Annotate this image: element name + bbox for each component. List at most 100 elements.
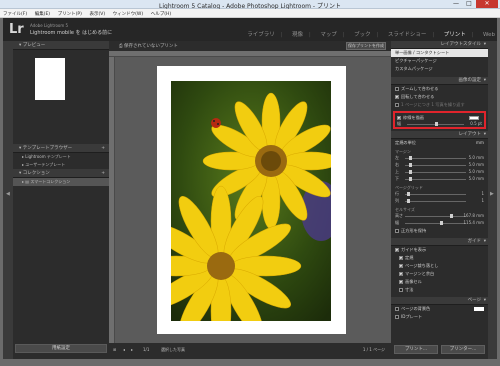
rotate-to-fit-option[interactable]: ✓ 回転して合わせる xyxy=(391,93,488,101)
add-template-icon[interactable]: + xyxy=(101,144,105,153)
module-develop[interactable]: 現像 xyxy=(292,30,303,38)
page-bg-swatch[interactable] xyxy=(474,307,484,311)
margin-bottom-slider[interactable]: 下 5.0 mm xyxy=(395,176,484,183)
guide-dimensions-option[interactable]: 寸法 xyxy=(391,286,488,294)
repeat-one-photo-option[interactable]: 1 ページにつき 1 写真を繰り返す xyxy=(391,101,488,109)
ruler-horizontal xyxy=(109,51,391,57)
checkbox[interactable] xyxy=(395,103,399,107)
template-browser-header[interactable]: ▾ テンプレートブラウザー + xyxy=(13,144,109,153)
print-button[interactable]: プリント... xyxy=(394,345,438,354)
grid-columns-slider[interactable]: 列1 xyxy=(395,198,484,205)
slider-value[interactable]: 1 xyxy=(481,198,484,203)
right-panel-toggle[interactable]: ▶ xyxy=(488,41,497,359)
grid-rows-slider[interactable]: 行1 xyxy=(395,191,484,198)
cell-height-slider[interactable]: 高さ 167.8 mm xyxy=(395,213,484,220)
layout-picture-package[interactable]: ピクチャーパッケージ xyxy=(391,57,488,65)
checkbox-checked[interactable]: ✓ xyxy=(399,272,403,277)
prev-page-button[interactable]: ◂ xyxy=(123,347,125,352)
checkbox-checked[interactable]: ✓ xyxy=(399,256,403,261)
page-view-icon[interactable]: ⊞ xyxy=(113,347,116,352)
next-page-button[interactable]: ▸ xyxy=(131,347,133,352)
module-slideshow[interactable]: スライドショー xyxy=(388,30,427,38)
slider-value[interactable]: 1 xyxy=(481,191,484,196)
close-button[interactable]: ✕ xyxy=(476,0,498,8)
checkbox-checked[interactable]: ✓ xyxy=(399,280,403,285)
checkbox-checked[interactable]: ✓ xyxy=(395,95,399,100)
slider-value[interactable]: 5.0 mm xyxy=(469,169,484,174)
stroke-width-slider[interactable]: 幅 0.5 pt xyxy=(397,121,482,128)
collapse-triangle-icon[interactable]: ▾ xyxy=(484,238,486,246)
use-selection-dropdown[interactable]: 選択した写真 xyxy=(161,347,185,353)
collections-header[interactable]: ▾ コレクション + xyxy=(13,169,109,178)
collapse-right-arrow-icon[interactable]: ▶ xyxy=(490,191,494,197)
page-bg-color-option[interactable]: ページの背景色 xyxy=(391,305,488,313)
layout-header[interactable]: レイアウト ▾ xyxy=(391,131,488,139)
checkbox-checked[interactable]: ✓ xyxy=(395,248,399,253)
collapse-left-arrow-icon[interactable]: ◀ xyxy=(6,191,10,197)
zoom-to-fill-option[interactable]: ズームして合わせる xyxy=(391,85,488,93)
guides-header[interactable]: ガイド ▾ xyxy=(391,238,488,246)
minimize-button[interactable]: — xyxy=(450,0,462,8)
layout-style-header[interactable]: レイアウトスタイル ▾ xyxy=(391,41,488,49)
layout-custom-package[interactable]: カスタムパッケージ xyxy=(391,65,488,73)
slider-value[interactable]: 167.8 mm xyxy=(463,213,484,218)
module-web[interactable]: Web xyxy=(483,32,495,38)
checkbox[interactable] xyxy=(399,288,403,292)
template-folder-lightroom[interactable]: ▸ Lightroom テンプレート xyxy=(13,153,109,161)
cell-width-slider[interactable]: 幅 115.4 mm xyxy=(395,220,484,227)
slider-value[interactable]: 5.0 mm xyxy=(469,176,484,181)
keep-square-option[interactable]: 正方形を保持 xyxy=(391,227,488,235)
collection-smart[interactable]: ▸ ▤ スマートコレクション xyxy=(13,178,109,186)
checkbox-checked[interactable]: ✓ xyxy=(397,116,401,121)
checkbox[interactable] xyxy=(395,315,399,319)
image-settings-header[interactable]: 画像の設定 ▾ xyxy=(391,77,488,85)
margin-left-slider[interactable]: 左 5.0 mm xyxy=(395,155,484,162)
identity-plate-option[interactable]: IDプレート xyxy=(391,313,488,321)
checkbox[interactable] xyxy=(395,307,399,311)
collapse-triangle-icon[interactable]: ▾ xyxy=(484,77,486,85)
template-folder-user[interactable]: ▸ ユーザーテンプレート xyxy=(13,161,109,169)
slider-label: 列 xyxy=(395,198,399,203)
slider-knob[interactable] xyxy=(435,122,438,126)
flower-photo xyxy=(171,81,331,321)
checkbox[interactable] xyxy=(395,87,399,91)
page-header[interactable]: ページ ▾ xyxy=(391,297,488,305)
option-label: 寸法 xyxy=(405,287,414,292)
checkbox-checked[interactable]: ✓ xyxy=(399,264,403,269)
slider-value[interactable]: 5.0 mm xyxy=(469,162,484,167)
slider-label: 高さ xyxy=(395,213,403,218)
add-collection-icon[interactable]: + xyxy=(101,169,105,178)
collapse-triangle-icon[interactable]: ▾ xyxy=(484,131,486,139)
collapse-triangle-icon[interactable]: ▾ xyxy=(484,297,486,305)
checkbox[interactable] xyxy=(395,229,399,233)
slider-value[interactable]: 5.0 mm xyxy=(469,155,484,160)
photo-cell[interactable] xyxy=(171,81,331,321)
page-preview-thumbnail xyxy=(35,58,65,100)
module-library[interactable]: ライブラリ xyxy=(247,30,275,38)
stroke-color-swatch[interactable] xyxy=(469,116,479,120)
module-book[interactable]: ブック xyxy=(354,30,371,38)
margin-right-slider[interactable]: 右 5.0 mm xyxy=(395,162,484,169)
guide-rulers-option[interactable]: ✓ 定規 xyxy=(391,254,488,262)
preview-header[interactable]: ▾ プレビュー xyxy=(13,41,109,50)
layout-single-image[interactable]: 単一画像 / コンタクトシート xyxy=(391,49,488,57)
page-setup-button[interactable]: 用紙設定 xyxy=(15,344,107,353)
ruler-units-dropdown[interactable]: mm xyxy=(476,140,484,145)
guide-margins-option[interactable]: ✓ マージンと余白 xyxy=(391,270,488,278)
module-print[interactable]: プリント xyxy=(444,30,466,38)
collapse-triangle-icon[interactable]: ▾ xyxy=(484,41,486,49)
show-guides-option[interactable]: ✓ ガイドを表示 xyxy=(391,246,488,254)
maximize-button[interactable]: □ xyxy=(463,0,475,8)
slider-value[interactable]: 115.4 mm xyxy=(463,220,484,225)
create-saved-print-button[interactable]: 保存プリントを作成 xyxy=(346,42,386,50)
identity-line2[interactable]: Lightroom mobile を はじめる前に xyxy=(30,29,112,36)
guide-bleed-option[interactable]: ✓ ページ裁ち落とし xyxy=(391,262,488,270)
stroke-width-value[interactable]: 0.5 pt xyxy=(470,121,482,126)
ruler-units-row[interactable]: 定規の単位 mm xyxy=(391,139,488,147)
module-map[interactable]: マップ xyxy=(320,30,337,38)
guide-image-cells-option[interactable]: ✓ 画像セル xyxy=(391,278,488,286)
template-browser: ▾ テンプレートブラウザー + ▸ Lightroom テンプレート ▸ ユーザー… xyxy=(13,144,109,169)
printer-button[interactable]: プリンター... xyxy=(441,345,485,354)
left-panel-toggle[interactable]: ◀ xyxy=(3,41,13,359)
margin-top-slider[interactable]: 上 5.0 mm xyxy=(395,169,484,176)
